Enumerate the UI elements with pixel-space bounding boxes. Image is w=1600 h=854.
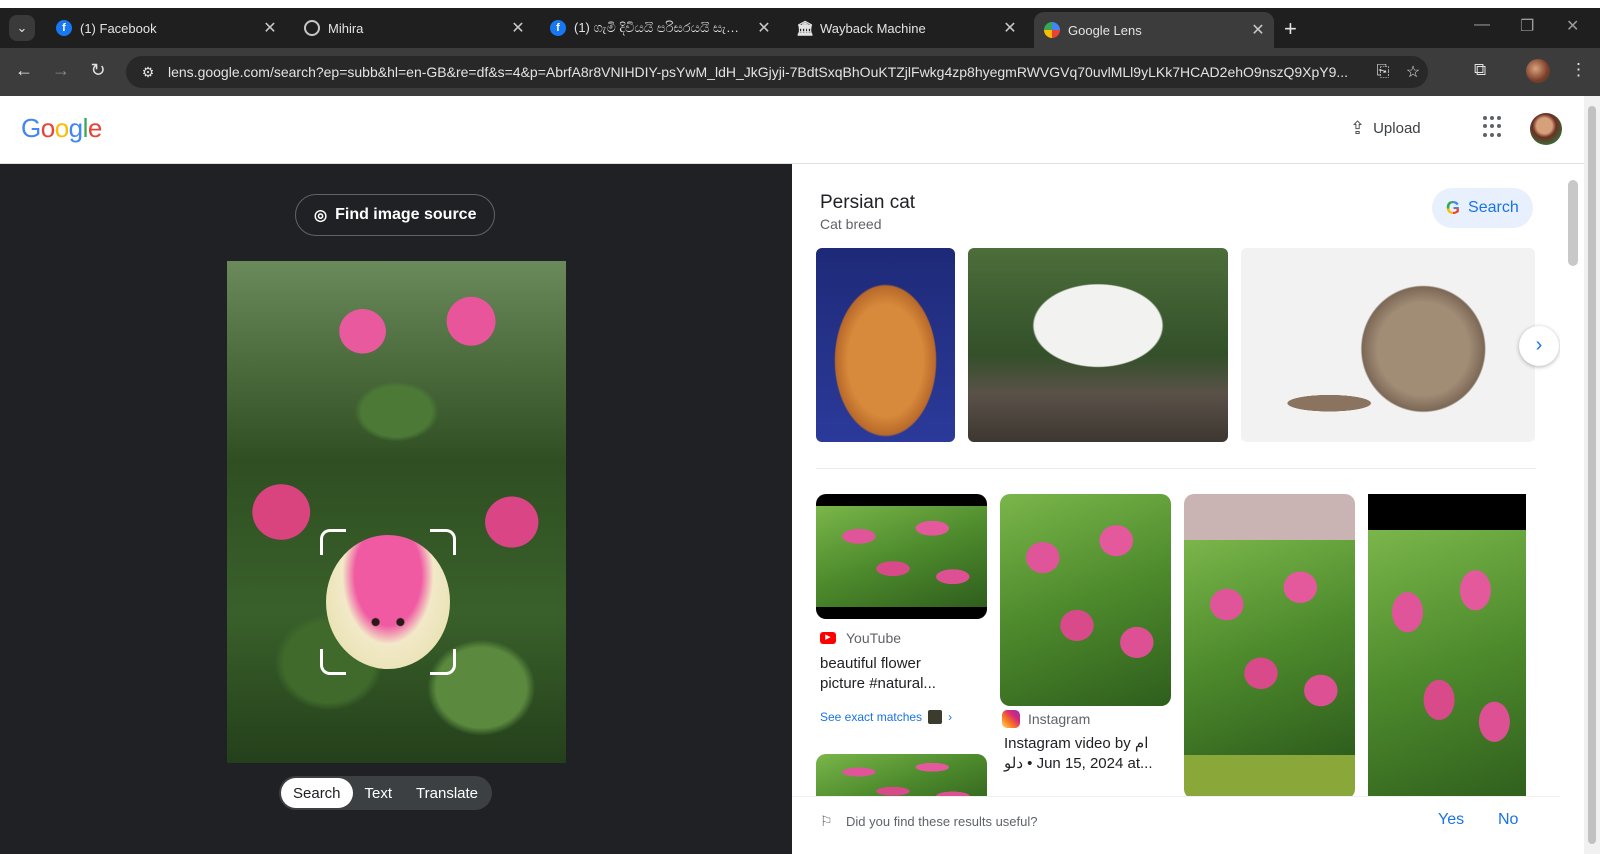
result-source[interactable]: Instagram (1002, 710, 1090, 728)
selection-box[interactable] (320, 529, 456, 675)
back-icon[interactable]: ← (12, 60, 36, 81)
google-lens-icon (1044, 22, 1060, 38)
source-name: Instagram (1028, 711, 1091, 727)
image-search-icon: ◎ (314, 207, 328, 224)
exact-match-thumbnail (928, 710, 943, 724)
close-icon[interactable]: ✕ (258, 18, 282, 38)
tab-title: (1) Facebook (80, 20, 157, 36)
image-pane: ◎ Find image source Search Text Translat… (0, 164, 792, 854)
profile-avatar[interactable] (1526, 59, 1550, 83)
chevron-right-icon: › (948, 710, 953, 724)
result-title-line: دلو • Jun 15, 2024 at... (1004, 755, 1153, 772)
tab-bar: ⌄ f (1) Facebook ✕ Mihira ✕ f (1) ගැමි ද… (0, 8, 1600, 48)
install-app-icon[interactable]: ⎘ (1368, 63, 1398, 81)
mode-translate-button[interactable]: Translate (404, 778, 490, 808)
google-logo[interactable]: Google (21, 113, 102, 144)
result-title-line: beautiful flower (820, 655, 921, 672)
close-icon[interactable]: ✕ (752, 18, 776, 38)
result-title-line: Instagram video by ام (1004, 735, 1149, 752)
upload-button[interactable]: ⇪ Upload (1350, 118, 1421, 139)
facebook-icon: f (56, 20, 72, 36)
google-search-button[interactable]: G Search (1432, 188, 1533, 228)
window-close-icon[interactable]: ✕ (1566, 16, 1579, 36)
window-top-edge (0, 0, 1600, 8)
youtube-icon: ▶ (820, 632, 836, 644)
tab-title: Mihira (328, 20, 364, 36)
result-title-line: picture #natural... (820, 675, 936, 692)
lens-page: Google ⇪ Upload ◎ Find image source Sear… (0, 96, 1584, 854)
result-title[interactable]: Instagram video by ام دلو • Jun 15, 2024… (1004, 734, 1153, 774)
result-source[interactable]: ▶ YouTube (820, 630, 901, 646)
tab-facebook[interactable]: f (1) Facebook ✕ (46, 12, 286, 44)
forward-icon[interactable]: → (49, 60, 73, 81)
tab-title: (1) ගැමි දිවියයි පරිසරයයි සැ… (574, 20, 739, 35)
crop-handle-bottom-left[interactable] (320, 649, 346, 675)
minimize-icon[interactable]: — (1474, 16, 1490, 34)
upload-icon: ⇪ (1350, 118, 1366, 138)
account-avatar[interactable] (1530, 113, 1562, 145)
close-icon[interactable]: ✕ (1246, 20, 1270, 40)
bookmark-star-icon[interactable]: ☆ (1398, 62, 1428, 82)
extensions-icon[interactable]: ⧉ (1474, 60, 1486, 80)
result-thumbnail[interactable] (1184, 494, 1355, 799)
page-scrollbar[interactable] (1584, 96, 1600, 854)
entity-image[interactable] (968, 248, 1228, 442)
close-icon[interactable]: ✕ (998, 18, 1022, 38)
feedback-no-button[interactable]: No (1498, 811, 1518, 829)
google-g-icon: G (1446, 197, 1461, 218)
url-text[interactable]: lens.google.com/search?ep=subb&hl=en-GB&… (168, 64, 1368, 80)
result-thumbnail[interactable] (1368, 494, 1526, 804)
mode-switcher: Search Text Translate (279, 776, 493, 810)
tab-facebook-group[interactable]: f (1) ගැමි දිවියයි පරිසරයයි සැ… ✕ (540, 12, 780, 44)
tab-mihira[interactable]: Mihira ✕ (294, 12, 534, 44)
crop-handle-top-left[interactable] (320, 529, 346, 555)
find-image-source-button[interactable]: ◎ Find image source (295, 194, 496, 236)
restore-icon[interactable]: ❐ (1520, 16, 1534, 36)
result-thumbnail[interactable] (1000, 494, 1171, 706)
lens-header: Google ⇪ Upload (0, 96, 1584, 164)
instagram-icon (1002, 710, 1020, 728)
chevron-right-icon[interactable]: › (1519, 326, 1559, 366)
exact-matches-label: See exact matches (820, 710, 923, 724)
query-image (227, 261, 566, 763)
upload-label: Upload (1373, 120, 1421, 137)
result-title[interactable]: beautiful flower picture #natural... (820, 654, 936, 694)
entity-title[interactable]: Persian cat (820, 192, 915, 214)
address-bar[interactable]: ⚙ lens.google.com/search?ep=subb&hl=en-G… (126, 56, 1428, 88)
result-thumbnail[interactable] (816, 494, 987, 619)
tab-google-lens[interactable]: Google Lens ✕ (1034, 12, 1274, 48)
feedback-icon: ⚐ (820, 813, 833, 829)
mode-search-button[interactable]: Search (281, 778, 353, 808)
search-label: Search (1468, 199, 1519, 216)
results-pane: Persian cat Cat breed G Search › ▶ YouTu… (792, 164, 1560, 854)
tab-search-button[interactable]: ⌄ (9, 15, 35, 41)
tab-title: Google Lens (1068, 22, 1142, 38)
feedback-question: Did you find these results useful? (846, 814, 1038, 829)
mode-text-button[interactable]: Text (353, 778, 405, 808)
apps-grid-icon[interactable] (1483, 116, 1505, 138)
feedback-bar: ⚐ Did you find these results useful? Yes… (792, 796, 1560, 854)
entity-image[interactable] (816, 248, 955, 442)
source-name: YouTube (846, 630, 902, 646)
entity-image[interactable] (1241, 248, 1535, 442)
browser-menu-icon[interactable]: ⋮ (1570, 60, 1587, 80)
archive-icon: 🏛 (796, 20, 814, 36)
divider (816, 468, 1536, 469)
results-scrollbar[interactable] (1566, 164, 1580, 854)
site-settings-icon[interactable]: ⚙ (134, 64, 162, 81)
tab-wayback-machine[interactable]: 🏛 Wayback Machine ✕ (786, 12, 1026, 44)
tab-title: Wayback Machine (820, 20, 926, 36)
reload-icon[interactable]: ↻ (86, 60, 110, 81)
browser-toolbar: ← → ↻ ⚙ lens.google.com/search?ep=subb&h… (0, 48, 1600, 96)
entity-subtitle: Cat breed (820, 216, 882, 232)
see-exact-matches-link[interactable]: See exact matches › (820, 710, 952, 724)
crop-handle-top-right[interactable] (430, 529, 456, 555)
feedback-yes-button[interactable]: Yes (1438, 811, 1464, 829)
globe-icon (304, 20, 320, 36)
crop-handle-bottom-right[interactable] (430, 649, 456, 675)
new-tab-button[interactable]: + (1284, 16, 1297, 42)
close-icon[interactable]: ✕ (506, 18, 530, 38)
facebook-icon: f (550, 20, 566, 36)
find-image-source-label: Find image source (335, 206, 477, 223)
